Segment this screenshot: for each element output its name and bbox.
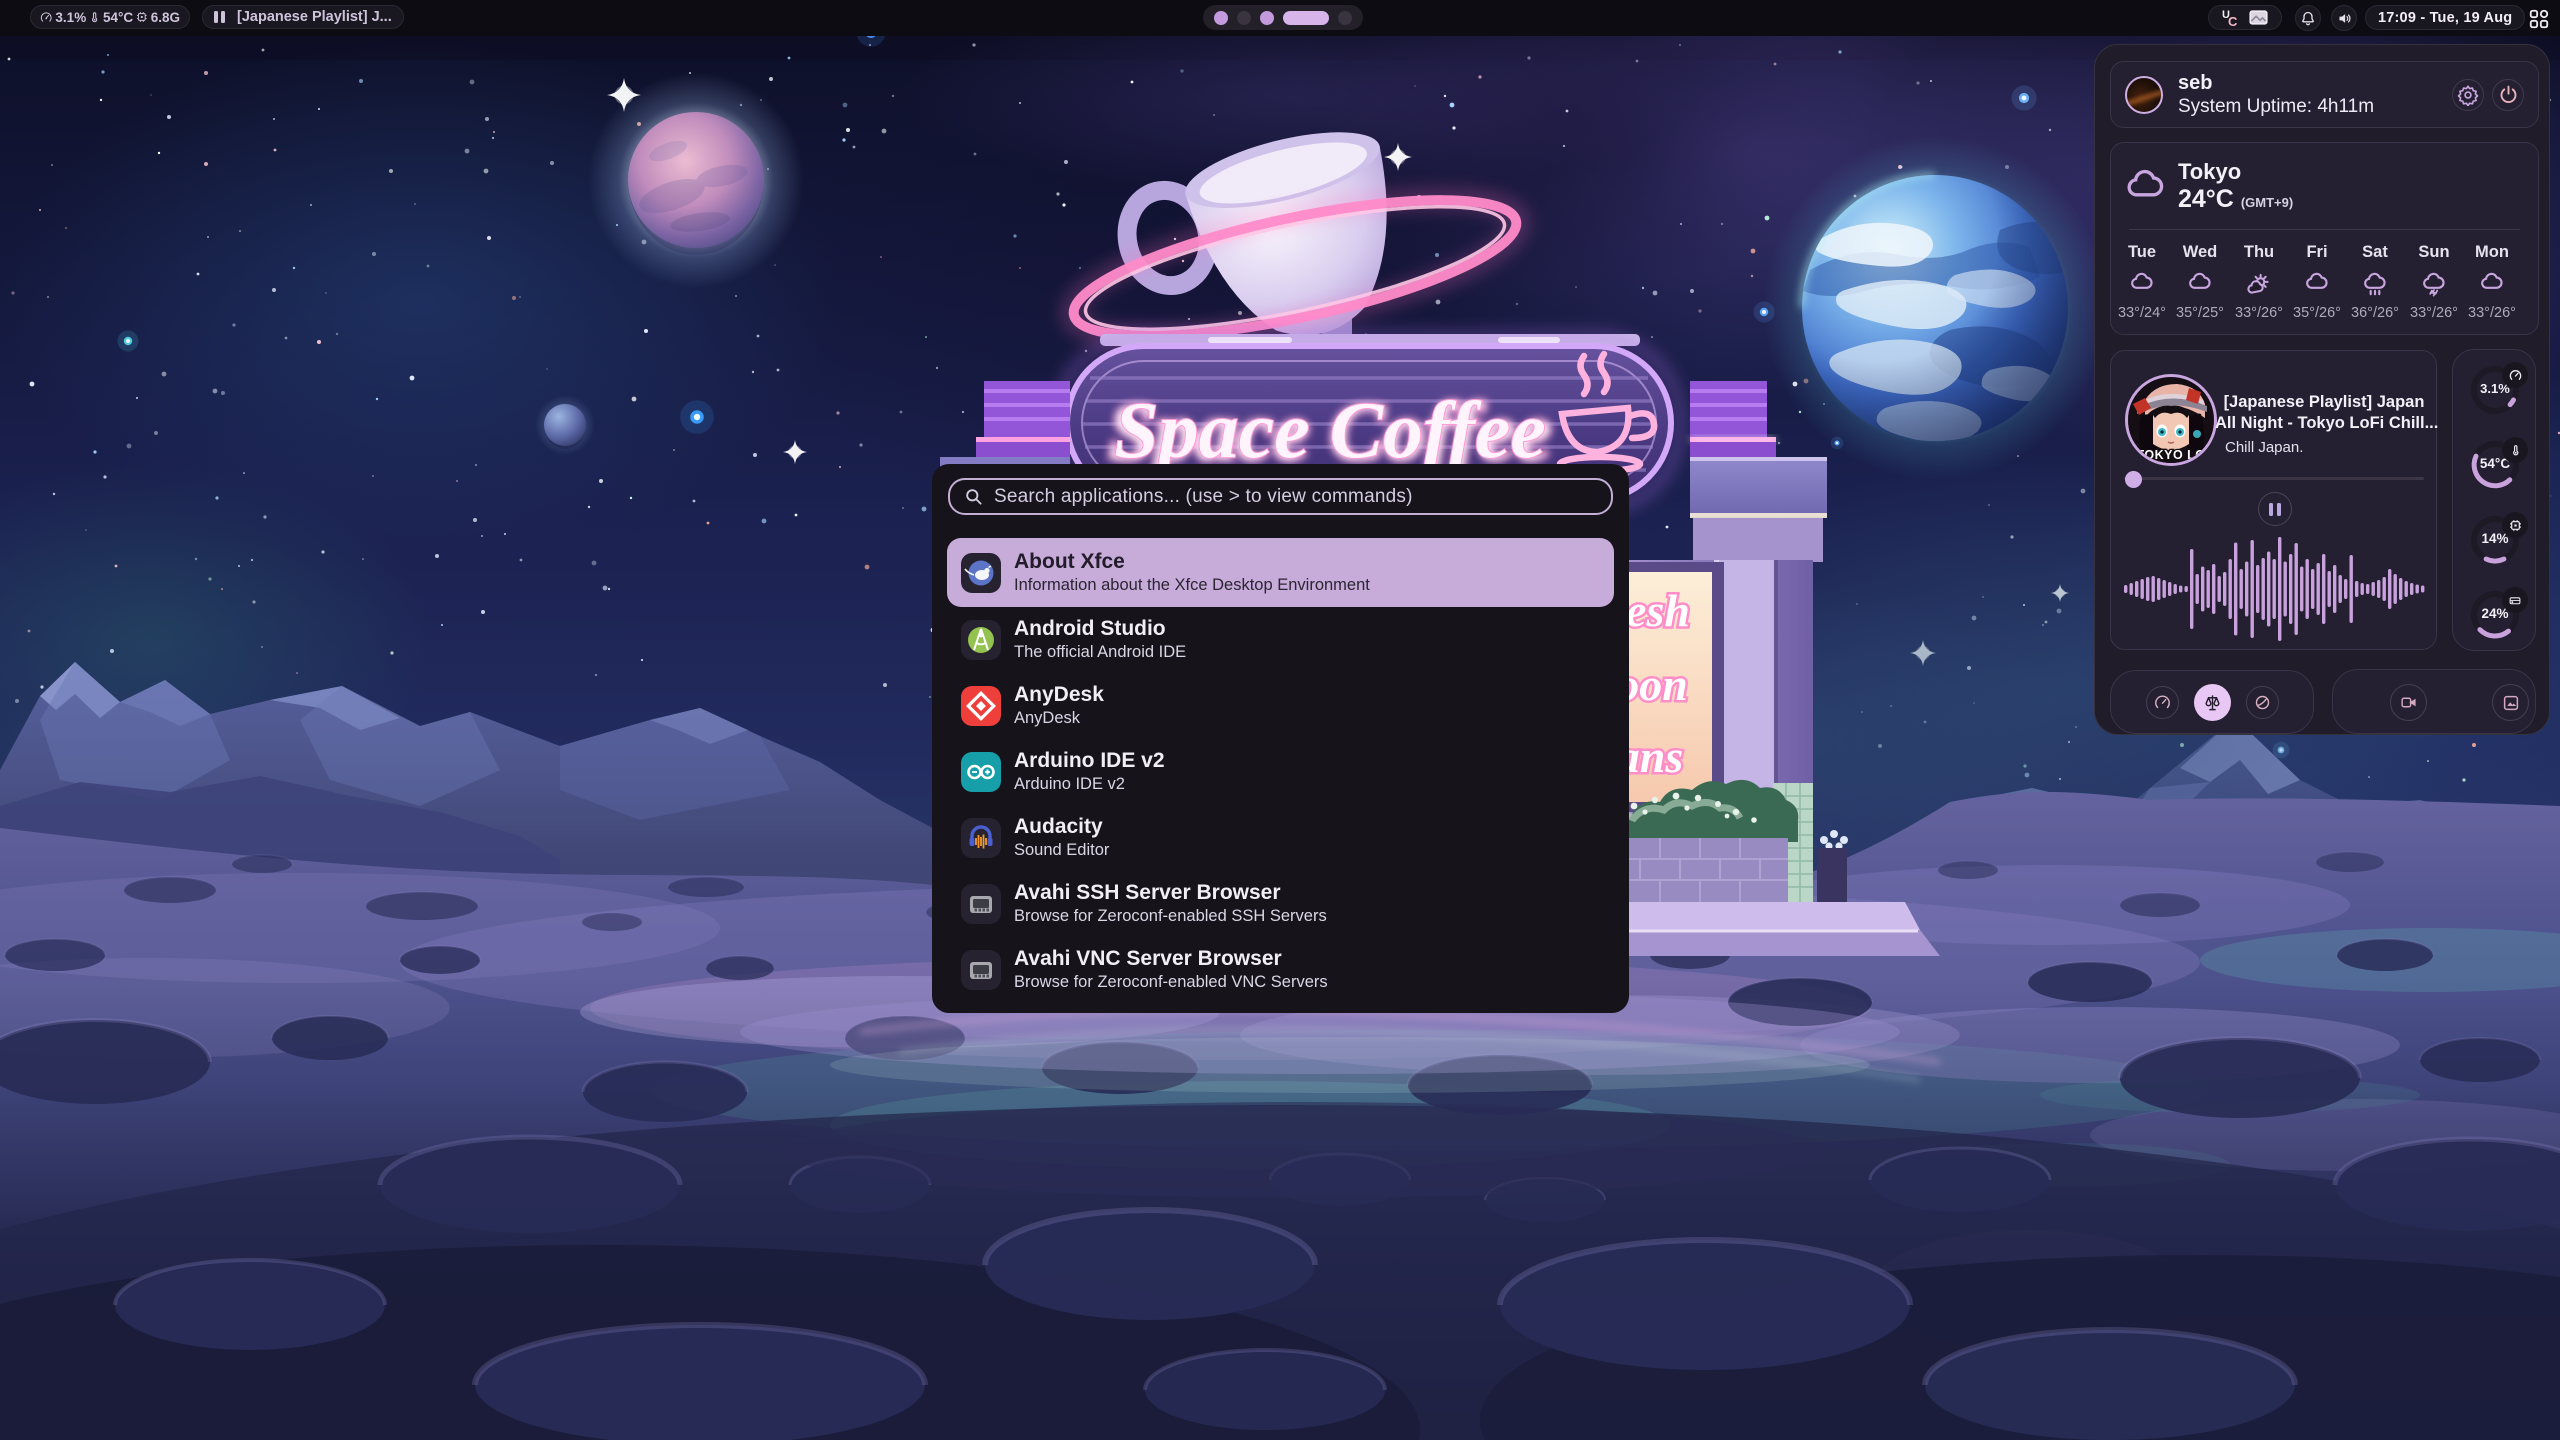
svg-text:Space Coffee: Space Coffee (1114, 387, 1546, 475)
svg-text:esh: esh (1626, 585, 1690, 636)
